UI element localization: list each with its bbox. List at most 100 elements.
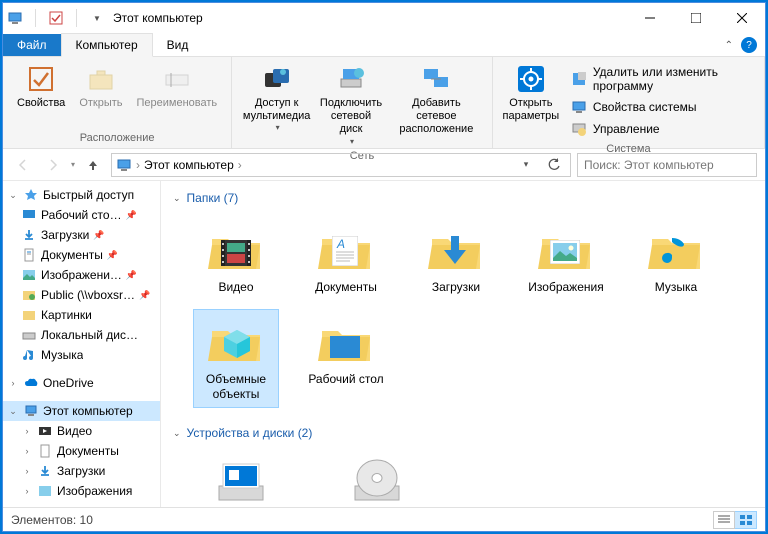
chevron-right-icon[interactable]: › xyxy=(238,158,242,172)
tree-this-pc[interactable]: ⌄Этот компьютер xyxy=(3,401,160,421)
window-title: Этот компьютер xyxy=(113,11,203,25)
pin-icon: 📌 xyxy=(93,230,104,241)
uninstall-program-button[interactable]: Удалить или изменить программу xyxy=(567,63,752,95)
tree-public[interactable]: Public (\\vboxsr…📌 xyxy=(3,285,160,305)
up-button[interactable] xyxy=(81,153,105,177)
refresh-button[interactable] xyxy=(542,153,566,177)
drive-icon xyxy=(21,327,37,343)
properties-button[interactable]: Свойства xyxy=(11,61,71,112)
tree-images[interactable]: Изображени…📌 xyxy=(3,265,160,285)
tree-documents[interactable]: Документы📌 xyxy=(3,245,160,265)
separator xyxy=(35,9,36,27)
expand-icon[interactable]: › xyxy=(7,378,19,388)
minimize-button[interactable] xyxy=(627,3,673,33)
collapse-icon: ⌄ xyxy=(173,193,181,204)
system-properties-button[interactable]: Свойства системы xyxy=(567,97,752,117)
tree-downloads2[interactable]: ›Загрузки xyxy=(3,461,160,481)
tab-view[interactable]: Вид xyxy=(153,34,203,56)
folder-music[interactable]: Музыка xyxy=(633,217,719,301)
tab-computer[interactable]: Компьютер xyxy=(61,33,153,57)
cloud-icon xyxy=(23,375,39,391)
folder-downloads[interactable]: Загрузки xyxy=(413,217,499,301)
media-access-button[interactable]: Доступ к мультимедиа▾ xyxy=(240,61,313,134)
back-button xyxy=(11,153,35,177)
search-placeholder: Поиск: Этот компьютер xyxy=(584,158,714,172)
folder-documents[interactable]: A Документы xyxy=(303,217,389,301)
tree-pictures[interactable]: Картинки xyxy=(3,305,160,325)
ribbon-group-system: Открыть параметры Удалить или изменить п… xyxy=(493,57,765,148)
group-label: Устройства и диски (2) xyxy=(187,426,313,440)
label: Свойства системы xyxy=(593,100,697,114)
picture-icon xyxy=(37,483,53,499)
details-view-button[interactable] xyxy=(713,511,735,529)
nav-tree: ⌄ Быстрый доступ Рабочий сто…📌 Загрузки📌… xyxy=(3,181,161,507)
folder-images[interactable]: Изображения xyxy=(523,217,609,301)
document-icon xyxy=(37,443,53,459)
close-button[interactable] xyxy=(719,3,765,33)
drives-grid xyxy=(173,444,753,507)
search-input[interactable]: Поиск: Этот компьютер xyxy=(577,153,757,177)
map-drive-button[interactable]: Подключить сетевой диск▾ xyxy=(315,61,387,148)
label: Переименовать xyxy=(137,97,218,110)
content-pane: ⌄ Папки (7) Видео A Документы xyxy=(161,181,765,507)
label: Рабочий стол xyxy=(308,372,383,386)
ribbon-collapse-icon[interactable]: ⌃ xyxy=(725,40,733,51)
qat-dropdown-icon[interactable]: ▼ xyxy=(89,10,105,26)
pin-icon: 📌 xyxy=(126,270,137,281)
recent-dropdown-icon[interactable]: ▾ xyxy=(71,160,75,169)
manage-button[interactable]: Управление xyxy=(567,119,752,139)
pin-icon: 📌 xyxy=(139,290,150,301)
icons-view-button[interactable] xyxy=(735,511,757,529)
group-header-drives[interactable]: ⌄ Устройства и диски (2) xyxy=(173,422,753,444)
tree-video[interactable]: ›Видео xyxy=(3,421,160,441)
drive-dvd[interactable] xyxy=(329,452,425,507)
tree-documents2[interactable]: ›Документы xyxy=(3,441,160,461)
breadcrumb[interactable]: › Этот компьютер › ▾ xyxy=(111,153,571,177)
tree-downloads[interactable]: Загрузки📌 xyxy=(3,225,160,245)
group-header-folders[interactable]: ⌄ Папки (7) xyxy=(173,187,753,209)
quick-access-toolbar: ▼ xyxy=(7,9,105,27)
tree-desktop[interactable]: Рабочий сто…📌 xyxy=(3,205,160,225)
properties-icon[interactable] xyxy=(48,10,64,26)
expand-icon[interactable]: › xyxy=(21,486,33,496)
label: Открыть xyxy=(79,97,122,110)
drive-local[interactable] xyxy=(193,452,289,507)
folder-video[interactable]: Видео xyxy=(193,217,279,301)
tree-localdisk[interactable]: Локальный дис… xyxy=(3,325,160,345)
add-network-location-button[interactable]: Добавить сетевое расположение xyxy=(389,61,484,139)
folder-desktop[interactable]: Рабочий стол xyxy=(303,309,389,408)
label: Изображения xyxy=(528,280,603,294)
tree-images2[interactable]: ›Изображения xyxy=(3,481,160,501)
breadcrumb-segment[interactable]: Этот компьютер xyxy=(144,158,234,172)
maximize-button[interactable] xyxy=(673,3,719,33)
tree-onedrive[interactable]: ›OneDrive xyxy=(3,373,160,393)
help-icon[interactable]: ? xyxy=(741,37,757,53)
dropdown-icon: ▾ xyxy=(276,123,280,132)
status-text: Элементов: 10 xyxy=(11,513,93,527)
tree-quick-access[interactable]: ⌄ Быстрый доступ xyxy=(3,185,160,205)
label: Объемные объекты xyxy=(206,372,266,401)
folder-3d-objects[interactable]: Объемные объекты xyxy=(193,309,279,408)
expand-icon[interactable]: ⌄ xyxy=(7,190,19,201)
rename-button: Переименовать xyxy=(131,61,224,112)
label: Добавить сетевое расположение xyxy=(395,97,478,137)
expand-icon[interactable]: ⌄ xyxy=(7,406,19,417)
breadcrumb-dropdown-icon[interactable]: ▾ xyxy=(514,153,538,177)
pin-icon: 📌 xyxy=(107,250,118,261)
chevron-right-icon[interactable]: › xyxy=(136,158,140,172)
tree-music[interactable]: Музыка xyxy=(3,345,160,365)
pc-icon xyxy=(23,403,39,419)
label: Видео xyxy=(218,280,253,294)
tab-file[interactable]: Файл xyxy=(3,34,61,56)
open-settings-button[interactable]: Открыть параметры xyxy=(501,61,561,125)
addressbar: ▾ › Этот компьютер › ▾ Поиск: Этот компь… xyxy=(3,149,765,181)
star-icon xyxy=(23,187,39,203)
desktop-icon xyxy=(21,207,37,223)
expand-icon[interactable]: › xyxy=(21,426,33,436)
pc-icon xyxy=(116,157,132,173)
expand-icon[interactable]: › xyxy=(21,446,33,456)
group-label: Папки (7) xyxy=(187,191,239,205)
expand-icon[interactable]: › xyxy=(21,466,33,476)
system-properties-icon xyxy=(571,99,587,115)
open-button: Открыть xyxy=(73,61,128,112)
